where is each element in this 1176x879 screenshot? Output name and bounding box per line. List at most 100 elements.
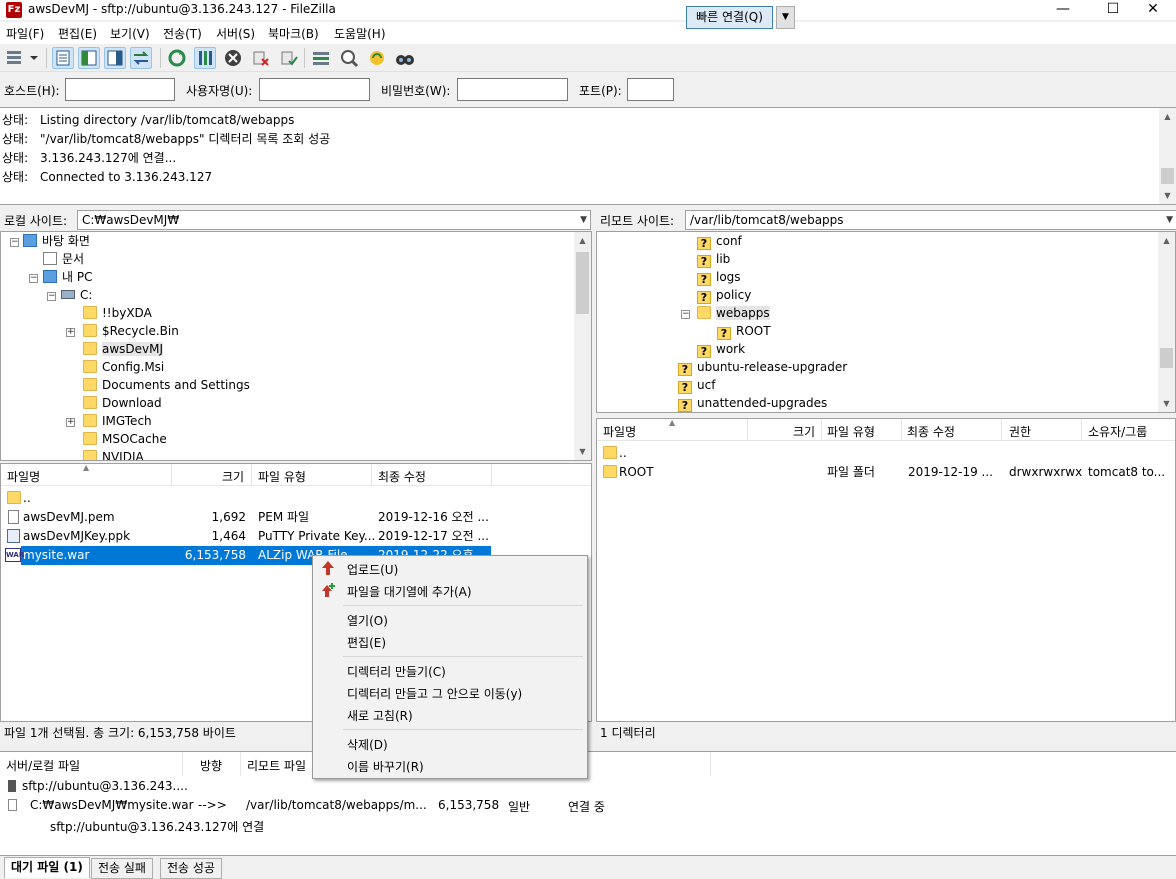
disconnect-button[interactable]: [250, 47, 272, 69]
log-scrollbar[interactable]: ▲ ▼: [1159, 108, 1176, 204]
tree-node-folder[interactable]: Documents and Settings: [83, 376, 250, 394]
process-queue-button[interactable]: [194, 47, 216, 69]
menu-help[interactable]: 도움말(H): [334, 25, 386, 42]
tree-node-folder[interactable]: IMGTech: [83, 412, 152, 430]
local-path-input[interactable]: C:₩awsDevMJ₩ ▼: [77, 210, 591, 230]
directory-filter-button[interactable]: [310, 47, 332, 69]
menu-item-edit[interactable]: 편집(E): [347, 634, 386, 651]
column-size[interactable]: 크기: [793, 423, 815, 440]
toggle-queue-button[interactable]: [130, 47, 152, 69]
username-input[interactable]: [259, 78, 370, 101]
tree-node-folder[interactable]: Download: [83, 394, 162, 412]
column-filetype[interactable]: 파일 유형: [258, 468, 306, 485]
file-row[interactable]: awsDevMJ.pem 1,692 PEM 파일 2019-12-16 오전 …: [1, 508, 591, 527]
expand-toggle[interactable]: +: [66, 418, 75, 427]
remote-path-input[interactable]: /var/lib/tomcat8/webapps ▼: [685, 210, 1176, 230]
menu-file[interactable]: 파일(F): [6, 25, 44, 42]
queue-server-row[interactable]: sftp://ubuntu@3.136.243....: [8, 779, 188, 793]
column-owner[interactable]: 소유자/그룹: [1088, 423, 1147, 440]
chevron-down-icon[interactable]: ▼: [580, 215, 587, 225]
tree-node-folder[interactable]: MSOCache: [83, 430, 167, 448]
file-row-parent[interactable]: ..: [1, 489, 591, 508]
chevron-down-icon[interactable]: ▼: [1166, 215, 1173, 225]
menu-transfer[interactable]: 전송(T): [163, 25, 202, 42]
column-permissions[interactable]: 권한: [1009, 423, 1031, 440]
remote-tree-node[interactable]: ? unattended-upgrades: [678, 394, 827, 412]
menu-edit[interactable]: 편집(E): [58, 25, 97, 42]
menu-item-open[interactable]: 열기(O): [347, 612, 388, 629]
queue-column-direction[interactable]: 방향: [200, 757, 222, 774]
menu-server[interactable]: 서버(S): [216, 25, 255, 42]
remote-tree-node[interactable]: ? lib: [697, 250, 730, 268]
column-modified[interactable]: 최종 수정: [907, 423, 955, 440]
password-input[interactable]: [457, 78, 568, 101]
collapse-toggle[interactable]: −: [10, 238, 19, 247]
collapse-toggle[interactable]: −: [29, 274, 38, 283]
local-tree-scrollbar[interactable]: ▲ ▼: [574, 232, 591, 460]
remote-tree-node[interactable]: ? logs: [697, 268, 741, 286]
synchronized-browsing-button[interactable]: [366, 47, 388, 69]
toggle-log-button[interactable]: [52, 47, 74, 69]
tree-node-my-pc[interactable]: 내 PC: [43, 268, 92, 286]
tab-failed-transfers[interactable]: 전송 실패: [91, 858, 153, 879]
tree-node-folder[interactable]: !!byXDA: [83, 304, 152, 322]
expand-toggle[interactable]: +: [66, 328, 75, 337]
menu-item-add-to-queue[interactable]: 파일을 대기열에 추가(A): [347, 583, 472, 600]
quickconnect-history-dropdown[interactable]: ▼: [776, 6, 795, 29]
tab-successful-transfers[interactable]: 전송 성공: [160, 858, 222, 879]
menu-item-upload[interactable]: 업로드(U): [347, 561, 398, 578]
tab-queued-files[interactable]: 대기 파일 (1): [4, 857, 90, 878]
folder-icon: [83, 360, 97, 373]
add-to-queue-icon: [322, 583, 335, 597]
tree-node-folder[interactable]: $Recycle.Bin: [83, 322, 179, 340]
remote-tree-node-selected[interactable]: webapps: [697, 304, 770, 322]
menu-bookmarks[interactable]: 북마크(B): [268, 25, 319, 42]
tree-node-c-drive[interactable]: C:: [61, 286, 92, 304]
file-row-parent[interactable]: ..: [597, 444, 1175, 463]
column-modified[interactable]: 최종 수정: [378, 468, 426, 485]
remote-tree-node[interactable]: ? ubuntu-release-upgrader: [678, 358, 847, 376]
file-row[interactable]: ROOT 파일 폴더 2019-12-19 ... drwxrwxrwx tom…: [597, 463, 1175, 482]
tree-node-desktop[interactable]: 바탕 화면: [23, 232, 90, 250]
tree-node-folder-selected[interactable]: awsDevMJ: [83, 340, 164, 358]
collapse-toggle[interactable]: −: [681, 310, 690, 319]
tree-node-folder[interactable]: NVIDIA: [83, 448, 144, 460]
site-manager-button[interactable]: [4, 47, 26, 69]
column-filename[interactable]: 파일명: [7, 468, 40, 485]
file-row[interactable]: awsDevMJKey.ppk 1,464 PuTTY Private Key.…: [1, 527, 591, 546]
remote-tree-node[interactable]: ? conf: [697, 232, 742, 250]
toggle-local-tree-button[interactable]: [78, 47, 100, 69]
toggle-remote-tree-button[interactable]: [104, 47, 126, 69]
cancel-operation-button[interactable]: [222, 47, 244, 69]
minimize-button[interactable]: —: [1040, 0, 1086, 20]
menu-item-rename[interactable]: 이름 바꾸기(R): [347, 758, 424, 775]
quickconnect-button[interactable]: 빠른 연결(Q): [686, 6, 773, 29]
compare-directories-button[interactable]: [338, 47, 360, 69]
reconnect-button[interactable]: [278, 47, 300, 69]
collapse-toggle[interactable]: −: [47, 292, 56, 301]
site-manager-dropdown[interactable]: [27, 47, 41, 69]
queue-column-remote[interactable]: 리모트 파일: [247, 757, 306, 774]
tree-node-folder[interactable]: Config.Msi: [83, 358, 164, 376]
port-input[interactable]: [627, 78, 674, 101]
remote-tree-node[interactable]: ? ucf: [678, 376, 715, 394]
refresh-button[interactable]: [166, 47, 188, 69]
column-size[interactable]: 크기: [222, 468, 244, 485]
remote-tree-node[interactable]: ? ROOT: [717, 322, 771, 340]
host-input[interactable]: [65, 78, 175, 101]
menu-item-delete[interactable]: 삭제(D): [347, 736, 388, 753]
queue-column-server-local[interactable]: 서버/로컬 파일: [6, 757, 80, 774]
queue-file-row[interactable]: C:₩awsDevMJ₩mysite.war -->> /var/lib/tom…: [8, 798, 708, 816]
close-button[interactable]: ✕: [1130, 0, 1176, 20]
column-filetype[interactable]: 파일 유형: [827, 423, 875, 440]
tree-node-documents[interactable]: 문서: [43, 250, 84, 268]
menu-item-create-directory[interactable]: 디렉터리 만들기(C): [347, 663, 446, 680]
remote-tree-node[interactable]: ? work: [697, 340, 745, 358]
remote-tree-scrollbar[interactable]: ▲ ▼: [1158, 232, 1175, 412]
remote-tree-node[interactable]: ? policy: [697, 286, 751, 304]
menu-view[interactable]: 보기(V): [110, 25, 150, 42]
search-remote-button[interactable]: [394, 47, 416, 69]
column-filename[interactable]: 파일명: [603, 423, 636, 440]
menu-item-refresh[interactable]: 새로 고침(R): [347, 707, 413, 724]
menu-item-create-and-enter-directory[interactable]: 디렉터리 만들고 그 안으로 이동(y): [347, 685, 522, 702]
